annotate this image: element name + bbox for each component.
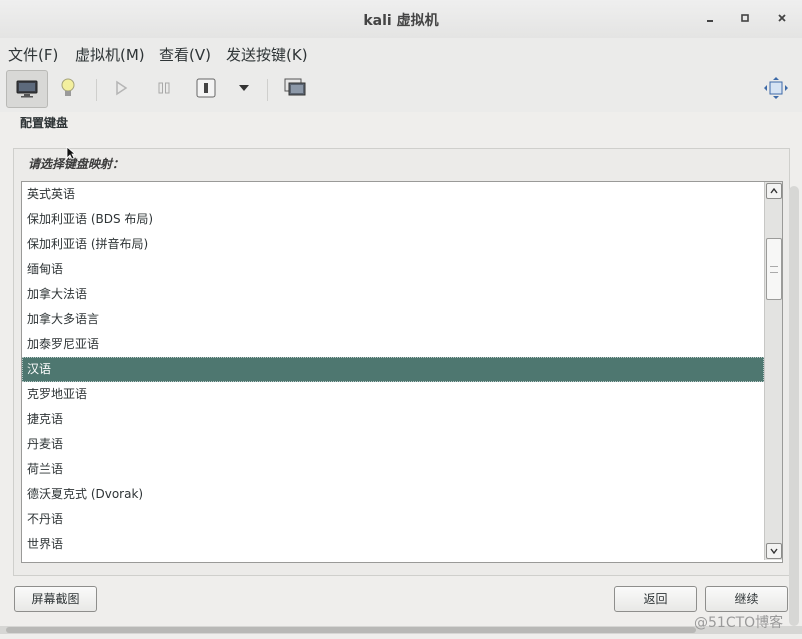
play-icon (116, 80, 128, 96)
snapshot-button[interactable] (277, 70, 313, 106)
keymap-list: 英式英语 保加利亚语 (BDS 布局) 保加利亚语 (拼音布局) 缅甸语 加拿大… (22, 182, 764, 560)
snapshot-icon (284, 78, 306, 96)
list-item[interactable]: 保加利亚语 (BDS 布局) (22, 207, 764, 232)
list-item[interactable]: 缅甸语 (22, 257, 764, 282)
list-item[interactable]: 加拿大法语 (22, 282, 764, 307)
maximize-icon (741, 14, 749, 22)
horizontal-scrollbar[interactable] (0, 626, 802, 634)
pause-icon (158, 82, 170, 94)
keymap-scrollbar[interactable] (764, 182, 782, 560)
show-console-button[interactable] (6, 70, 48, 108)
menu-file[interactable]: 文件(F) (8, 44, 58, 65)
screenshot-button[interactable]: 屏幕截图 (14, 586, 97, 612)
scroll-up-button[interactable] (766, 183, 782, 199)
menu-view[interactable]: 查看(V) (159, 44, 211, 65)
monitor-icon (16, 80, 38, 98)
list-item[interactable]: 保加利亚语 (拼音布局) (22, 232, 764, 257)
run-button[interactable] (103, 70, 139, 106)
list-item[interactable]: 荷兰语 (22, 457, 764, 482)
details-button[interactable] (50, 70, 86, 106)
shutdown-menu-button[interactable] (226, 70, 262, 106)
power-icon (196, 78, 216, 98)
list-item[interactable]: 英式英语 (22, 182, 764, 207)
scroll-down-button[interactable] (766, 543, 782, 559)
horizontal-scroll-thumb[interactable] (6, 627, 696, 633)
watermark: @51CTO博客 (694, 615, 784, 631)
toolbar (0, 66, 802, 113)
minimize-button[interactable] (700, 10, 720, 28)
chevron-down-icon (770, 548, 778, 555)
keymap-prompt: 请选择键盘映射： (28, 157, 125, 171)
minimize-icon (707, 20, 713, 22)
maximize-button[interactable] (735, 10, 755, 28)
menu-vm[interactable]: 虚拟机(M) (75, 44, 145, 65)
close-button[interactable] (772, 10, 792, 28)
list-item[interactable]: 德沃夏克式 (Dvorak) (22, 482, 764, 507)
fullscreen-button[interactable] (758, 70, 794, 106)
pause-button[interactable] (146, 70, 182, 106)
page-title: 配置键盘 (20, 116, 69, 130)
continue-button[interactable]: 继续 (705, 586, 788, 612)
lightbulb-icon (61, 78, 75, 96)
list-item[interactable]: 不丹语 (22, 507, 764, 532)
scroll-thumb[interactable] (766, 238, 782, 300)
list-item[interactable]: 世界语 (22, 532, 764, 557)
keymap-listbox[interactable]: 英式英语 保加利亚语 (BDS 布局) 保加利亚语 (拼音布局) 缅甸语 加拿大… (21, 181, 783, 563)
list-item-selected[interactable]: 汉语 (22, 357, 764, 382)
list-item[interactable]: 丹麦语 (22, 432, 764, 457)
page-scrollbar[interactable] (789, 186, 799, 626)
list-item[interactable]: 捷克语 (22, 407, 764, 432)
list-item[interactable]: 克罗地亚语 (22, 382, 764, 407)
installer-panel: 配置键盘 请选择键盘映射： 英式英语 保加利亚语 (BDS 布局) 保加利亚语 … (0, 112, 802, 639)
menu-send-key[interactable]: 发送按键(K) (226, 44, 308, 65)
keymap-frame: 请选择键盘映射： 英式英语 保加利亚语 (BDS 布局) 保加利亚语 (拼音布局… (13, 148, 790, 576)
list-item[interactable]: 加拿大多语言 (22, 307, 764, 332)
fullscreen-icon (764, 77, 788, 99)
window-titlebar[interactable]: kali 虚拟机 (0, 0, 802, 39)
chevron-up-icon (770, 187, 778, 194)
close-icon (778, 14, 786, 22)
dropdown-arrow-icon (239, 85, 249, 91)
mouse-cursor-icon (66, 146, 76, 160)
menu-bar: 文件(F) 虚拟机(M) 查看(V) 发送按键(K) (0, 38, 802, 66)
list-item[interactable]: 加泰罗尼亚语 (22, 332, 764, 357)
window-title: kali 虚拟机 (363, 13, 439, 29)
shutdown-button[interactable] (188, 70, 224, 106)
back-button[interactable]: 返回 (614, 586, 697, 612)
